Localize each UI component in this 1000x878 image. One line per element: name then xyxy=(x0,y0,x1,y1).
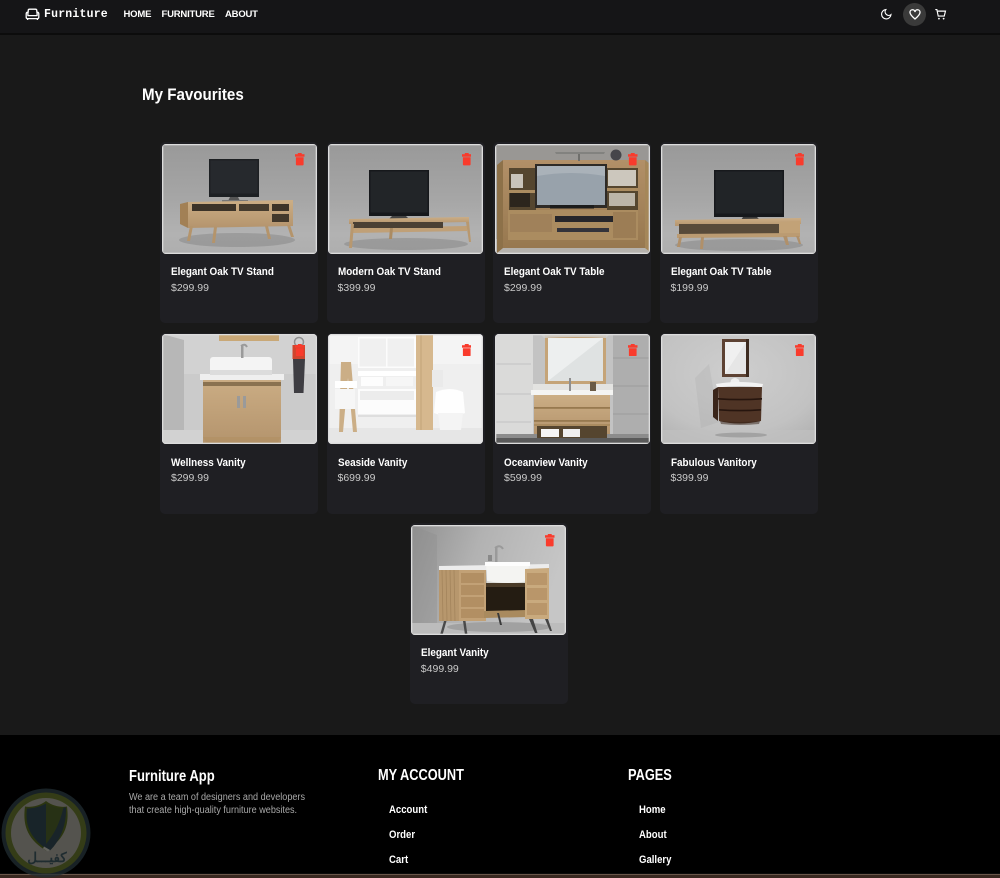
svg-text:كفيـــل: كفيـــل xyxy=(27,850,67,865)
